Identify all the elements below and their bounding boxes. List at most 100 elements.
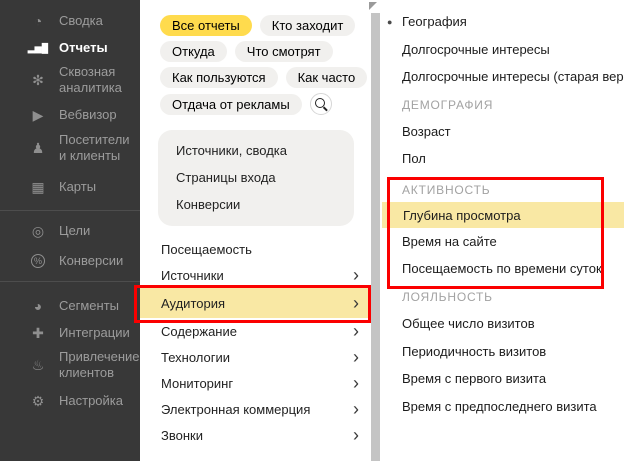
quick-links-card: Источники, сводка Страницы входа Конверс…	[158, 130, 354, 226]
filter-pill-who-visits[interactable]: Кто заходит	[260, 15, 356, 36]
magnifier-icon	[315, 98, 325, 108]
report-item-label: География	[402, 14, 467, 29]
chevron-right-icon: ›	[353, 294, 359, 312]
menu-item-audience[interactable]: Аудитория ›	[140, 288, 371, 318]
pie-icon: ◕	[27, 298, 49, 314]
menu-item-monitoring[interactable]: Мониторинг ›	[140, 370, 371, 396]
menu-item-label: Мониторинг	[161, 376, 233, 391]
filter-pill-how-they-use[interactable]: Как пользуются	[160, 67, 278, 88]
report-category-menu: Посещаемость Источники › Аудитория › Сод…	[140, 236, 371, 448]
filter-pill-what-they-view[interactable]: Что смотрят	[235, 41, 333, 62]
sidebar-item-label: Привлечение клиентов	[59, 349, 140, 381]
sidebar-item-visitors[interactable]: ♟ Посетители и клиенты	[0, 132, 132, 164]
sidebar-item-cross-analytics[interactable]: ✻ Сквозная аналитика	[0, 64, 132, 96]
sidebar-item-label: Сегменты	[59, 298, 119, 314]
sidebar-item-maps[interactable]: ▦ Карты	[0, 179, 140, 195]
menu-item-calls[interactable]: Звонки ›	[140, 422, 371, 448]
sidebar-item-summary[interactable]: ◔ Сводка	[0, 13, 140, 29]
report-item-long-term-interests[interactable]: Долгосрочные интересы	[381, 36, 624, 63]
filter-pill-row: Откуда Что смотрят	[160, 41, 333, 62]
report-item-label: Общее число визитов	[402, 316, 535, 331]
report-item-age[interactable]: Возраст	[381, 118, 624, 145]
report-item-geography[interactable]: ● География	[381, 8, 624, 35]
report-item-gender[interactable]: Пол	[381, 145, 624, 172]
filter-pill-row: Отдача от рекламы	[160, 93, 332, 115]
sidebar-item-goals[interactable]: ◎ Цели	[0, 223, 140, 239]
sidebar-item-label: Настройка	[59, 393, 123, 409]
flame-icon: ♨	[27, 357, 49, 373]
report-item-label: Глубина просмотра	[403, 208, 521, 223]
section-header-loyalty: ЛОЯЛЬНОСТЬ	[381, 283, 624, 310]
section-header-label: ЛОЯЛЬНОСТЬ	[402, 290, 493, 304]
menu-item-technology[interactable]: Технологии ›	[140, 344, 371, 370]
sidebar-item-label: Цели	[59, 223, 90, 239]
menu-item-label: Электронная коммерция	[161, 402, 310, 417]
sidebar-item-client-acquisition[interactable]: ♨ Привлечение клиентов	[0, 349, 132, 381]
chevron-right-icon: ›	[353, 266, 359, 284]
menu-item-sources[interactable]: Источники ›	[140, 262, 371, 288]
percent-icon: %	[31, 254, 45, 268]
filter-pill-all-reports[interactable]: Все отчеты	[160, 15, 252, 36]
sidebar-item-webvisor[interactable]: ▶ Вебвизор	[0, 107, 140, 123]
report-item-label: Посещаемость по времени суток	[402, 261, 602, 276]
menu-item-ecommerce[interactable]: Электронная коммерция ›	[140, 396, 371, 422]
report-item-label: Время на сайте	[402, 234, 497, 249]
sidebar-item-segments[interactable]: ◕ Сегменты	[0, 298, 140, 314]
bar-chart-icon: ▂▅█	[27, 40, 49, 56]
report-item-label: Долгосрочные интересы	[402, 42, 550, 57]
filter-pill-ad-return[interactable]: Отдача от рекламы	[160, 94, 302, 115]
menu-item-label: Аудитория	[161, 296, 225, 311]
sidebar-item-integrations[interactable]: ✚ Интеграции	[0, 325, 140, 341]
map-icon: ▦	[27, 179, 49, 195]
menu-item-label: Содержание	[161, 324, 237, 339]
yandex-metrica-reports-page: ◔ Сводка ▂▅█ Отчеты ✻ Сквозная аналитика…	[0, 0, 624, 461]
report-item-time-on-site[interactable]: Время на сайте	[381, 228, 624, 255]
report-item-time-since-penultimate-visit[interactable]: Время с предпоследнего визита	[381, 393, 624, 420]
scrollbar-top-arrow-icon	[369, 2, 377, 10]
bullet-icon: ●	[387, 17, 392, 27]
vertical-scrollbar[interactable]	[371, 13, 380, 461]
report-item-label: Долгосрочные интересы (старая версия)	[402, 69, 624, 84]
search-button[interactable]	[310, 93, 332, 115]
sidebar-item-label: Сводка	[59, 13, 103, 29]
person-icon: ♟	[27, 140, 49, 156]
report-item-traffic-by-time-of-day[interactable]: Посещаемость по времени суток	[381, 255, 624, 282]
sidebar-item-conversions[interactable]: % Конверсии	[0, 253, 140, 269]
filter-pill-how-often[interactable]: Как часто	[286, 67, 368, 88]
section-header-activity: АКТИВНОСТЬ	[381, 176, 624, 203]
report-item-total-visits[interactable]: Общее число визитов	[381, 310, 624, 337]
sidebar-item-label: Карты	[59, 179, 96, 195]
quick-link-sources-summary[interactable]: Источники, сводка	[158, 137, 354, 164]
sidebar-item-label: Отчеты	[59, 40, 108, 56]
sidebar-item-label: Вебвизор	[59, 107, 117, 123]
audience-reports-panel: ● География Долгосрочные интересы Долгос…	[381, 0, 624, 461]
quick-link-conversions[interactable]: Конверсии	[158, 191, 354, 218]
report-item-view-depth[interactable]: Глубина просмотра	[382, 202, 624, 228]
sidebar-item-label: Посетители и клиенты	[59, 132, 132, 164]
menu-item-content[interactable]: Содержание ›	[140, 318, 371, 344]
report-item-label: Время с предпоследнего визита	[402, 399, 597, 414]
menu-item-traffic[interactable]: Посещаемость	[140, 236, 371, 262]
puzzle-icon: ✚	[27, 325, 49, 341]
filter-pill-row: Как пользуются Как часто	[160, 67, 367, 88]
sidebar-item-reports[interactable]: ▂▅█ Отчеты	[0, 40, 140, 56]
gear-icon: ⚙	[27, 393, 49, 409]
report-item-long-term-interests-old[interactable]: Долгосрочные интересы (старая версия)	[381, 63, 624, 90]
main-sidebar: ◔ Сводка ▂▅█ Отчеты ✻ Сквозная аналитика…	[0, 0, 140, 461]
report-item-label: Периодичность визитов	[402, 344, 546, 359]
menu-item-label: Технологии	[161, 350, 230, 365]
filter-pill-from-where[interactable]: Откуда	[160, 41, 227, 62]
play-icon: ▶	[27, 107, 49, 123]
chevron-right-icon: ›	[353, 348, 359, 366]
menu-item-label: Звонки	[161, 428, 203, 443]
report-item-visit-frequency[interactable]: Периодичность визитов	[381, 338, 624, 365]
report-item-time-since-first-visit[interactable]: Время с первого визита	[381, 365, 624, 392]
chevron-right-icon: ›	[353, 374, 359, 392]
quick-link-entry-pages[interactable]: Страницы входа	[158, 164, 354, 191]
burst-icon: ✻	[27, 72, 49, 88]
menu-item-label: Посещаемость	[161, 242, 252, 257]
sidebar-divider	[0, 281, 140, 282]
sidebar-item-settings[interactable]: ⚙ Настройка	[0, 393, 140, 409]
sidebar-item-label: Конверсии	[59, 253, 123, 269]
report-item-label: Возраст	[402, 124, 451, 139]
